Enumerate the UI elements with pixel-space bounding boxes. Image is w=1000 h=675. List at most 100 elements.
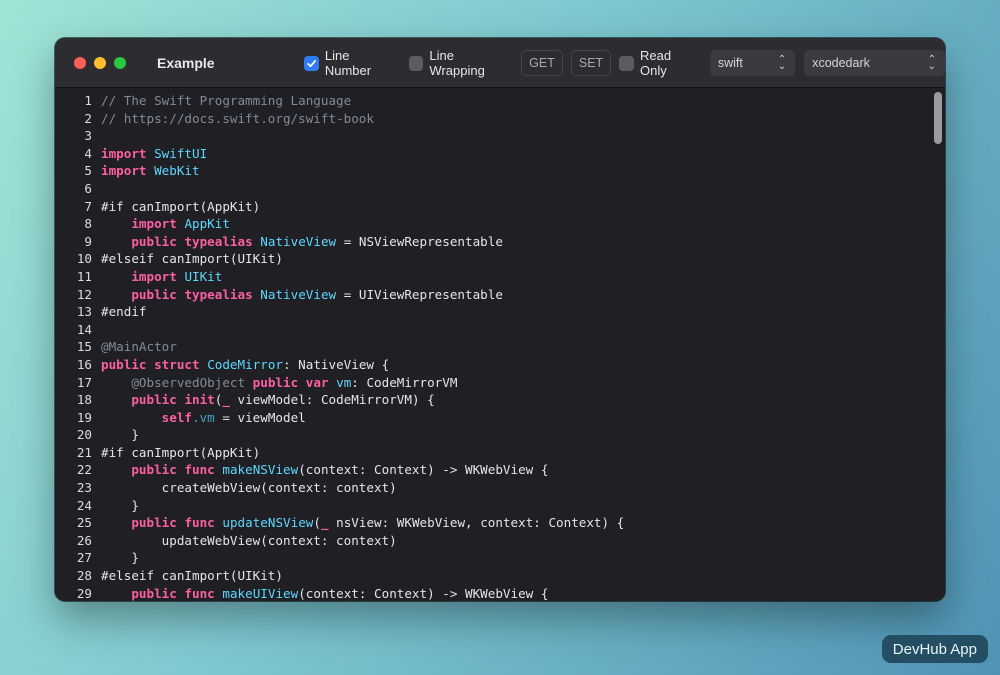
read-only-check-icon[interactable] — [619, 55, 635, 71]
code-token: self — [161, 409, 193, 425]
code-token: public — [131, 462, 177, 478]
code-line[interactable] — [101, 127, 931, 145]
vertical-scrollbar[interactable] — [931, 89, 945, 601]
code-line[interactable]: import SwiftUI — [101, 145, 931, 163]
line-number: 4 — [84, 145, 92, 161]
code-token: NativeView — [260, 233, 337, 249]
code-area[interactable]: // The Swift Programming Language // http… — [101, 89, 931, 601]
code-token: import — [131, 268, 177, 284]
line-number: 26 — [76, 532, 92, 548]
code-line[interactable]: #elseif canImport(UIKit) — [101, 250, 931, 268]
line-number: 10 — [76, 251, 92, 267]
code-line[interactable]: public struct CodeMirror: NativeView { — [101, 356, 931, 374]
code-line[interactable]: import UIKit — [101, 268, 931, 286]
code-token: public — [252, 374, 299, 390]
line-number: 11 — [76, 268, 92, 284]
code-line[interactable]: updateWebView(context: context) — [101, 532, 931, 550]
code-editor[interactable]: 1 2 3 4 5 6 7 8 9 10 11 12 13 14 15 16 17 18 19 20 21 22 23 24 2… — [55, 89, 945, 601]
line-number-check-icon[interactable] — [304, 55, 319, 71]
line-number: 22 — [76, 462, 92, 478]
code-line[interactable]: self.vm = viewModel — [101, 409, 931, 427]
line-number: 24 — [76, 497, 92, 513]
code-line[interactable]: public func makeUIView(context: Context)… — [101, 585, 931, 601]
code-token: : CodeMirrorVM — [351, 374, 458, 390]
code-line[interactable]: createWebView(context: context) — [101, 479, 931, 497]
code-line[interactable]: // The Swift Programming Language — [101, 92, 931, 110]
code-line[interactable]: } — [101, 497, 931, 515]
code-line[interactable]: @MainActor — [101, 338, 931, 356]
read-only-checkbox[interactable]: Read Only — [619, 48, 701, 78]
line-number: 17 — [76, 374, 92, 390]
code-line[interactable]: public typealias NativeView = NSViewRepr… — [101, 233, 931, 251]
line-number: 7 — [84, 198, 92, 214]
set-button[interactable]: SET — [570, 50, 612, 76]
language-select-value: swift — [717, 56, 743, 70]
devhub-badge: DevHub App — [881, 635, 988, 663]
code-line[interactable]: } — [101, 549, 931, 567]
code-token: createWebView(context: context) — [101, 480, 397, 496]
code-token: #if canImport(AppKit) — [101, 444, 261, 460]
get-button[interactable]: GET — [521, 50, 563, 76]
zoom-window-button[interactable] — [114, 56, 126, 69]
language-select[interactable]: swift ⌃ ⌄ — [709, 50, 796, 76]
line-number: 6 — [84, 180, 92, 196]
code-token: typealias — [184, 233, 253, 249]
theme-select-value: xcodedark — [812, 56, 870, 70]
line-number: 20 — [76, 427, 92, 443]
code-line[interactable]: public typealias NativeView = UIViewRepr… — [101, 286, 931, 304]
line-wrapping-check-icon[interactable] — [408, 55, 424, 71]
code-token: : NativeView { — [283, 356, 390, 372]
code-token: AppKit — [184, 216, 230, 232]
line-number: 27 — [76, 550, 92, 566]
code-token: viewModel: CodeMirrorVM) { — [229, 392, 435, 408]
line-wrapping-label: Line Wrapping — [429, 48, 485, 78]
line-number: 2 — [84, 110, 92, 126]
code-line[interactable]: import AppKit — [101, 215, 931, 233]
code-line[interactable]: // https://docs.swift.org/swift-book — [101, 110, 931, 128]
theme-select[interactable]: xcodedark ⌃ ⌄ — [804, 50, 945, 76]
code-line[interactable]: #if canImport(AppKit) — [101, 198, 931, 216]
code-token: WebKit — [154, 163, 200, 179]
close-window-button[interactable] — [74, 56, 86, 69]
code-line[interactable]: @ObservedObject public var vm: CodeMirro… — [101, 374, 931, 392]
code-line[interactable]: #endif — [101, 303, 931, 321]
minimize-window-button[interactable] — [94, 56, 106, 69]
line-number: 19 — [76, 409, 92, 425]
code-token: // https://docs.swift.org/swift-book — [101, 110, 374, 126]
code-line[interactable]: public func makeNSView(context: Context)… — [101, 461, 931, 479]
line-wrapping-checkbox[interactable]: Line Wrapping — [408, 48, 513, 78]
scrollbar-thumb[interactable] — [934, 92, 942, 144]
code-token: _ — [320, 515, 329, 531]
line-number: 23 — [76, 480, 92, 496]
chevron-up-down-icon: ⌃ ⌄ — [777, 54, 787, 72]
code-line[interactable]: import WebKit — [101, 162, 931, 180]
code-token: } — [101, 427, 139, 443]
code-line[interactable] — [101, 180, 931, 198]
code-line[interactable]: #elseif canImport(UIKit) — [101, 567, 931, 585]
code-line[interactable]: #if canImport(AppKit) — [101, 444, 931, 462]
code-token: _ — [222, 392, 230, 408]
title-bar: Example Line Number Line Wrapping GET SE… — [55, 38, 945, 88]
line-number: 25 — [76, 515, 92, 531]
code-token: } — [101, 497, 139, 513]
code-token: var — [305, 374, 329, 390]
line-number: 8 — [84, 216, 92, 232]
line-number: 5 — [84, 163, 92, 179]
code-token: updateWebView(context: context) — [101, 532, 397, 548]
code-line[interactable]: } — [101, 426, 931, 444]
code-token: #elseif canImport(UIKit) — [101, 568, 283, 584]
code-line[interactable]: public init(_ viewModel: CodeMirrorVM) { — [101, 391, 931, 409]
app-window: Example Line Number Line Wrapping GET SE… — [55, 38, 945, 601]
code-line[interactable]: public func updateNSView(_ nsView: WKWeb… — [101, 514, 931, 532]
line-number: 28 — [76, 568, 92, 584]
line-number-checkbox[interactable]: Line Number — [304, 48, 399, 78]
code-token: import — [131, 216, 177, 232]
code-token: func — [184, 515, 215, 531]
code-line[interactable] — [101, 321, 931, 339]
